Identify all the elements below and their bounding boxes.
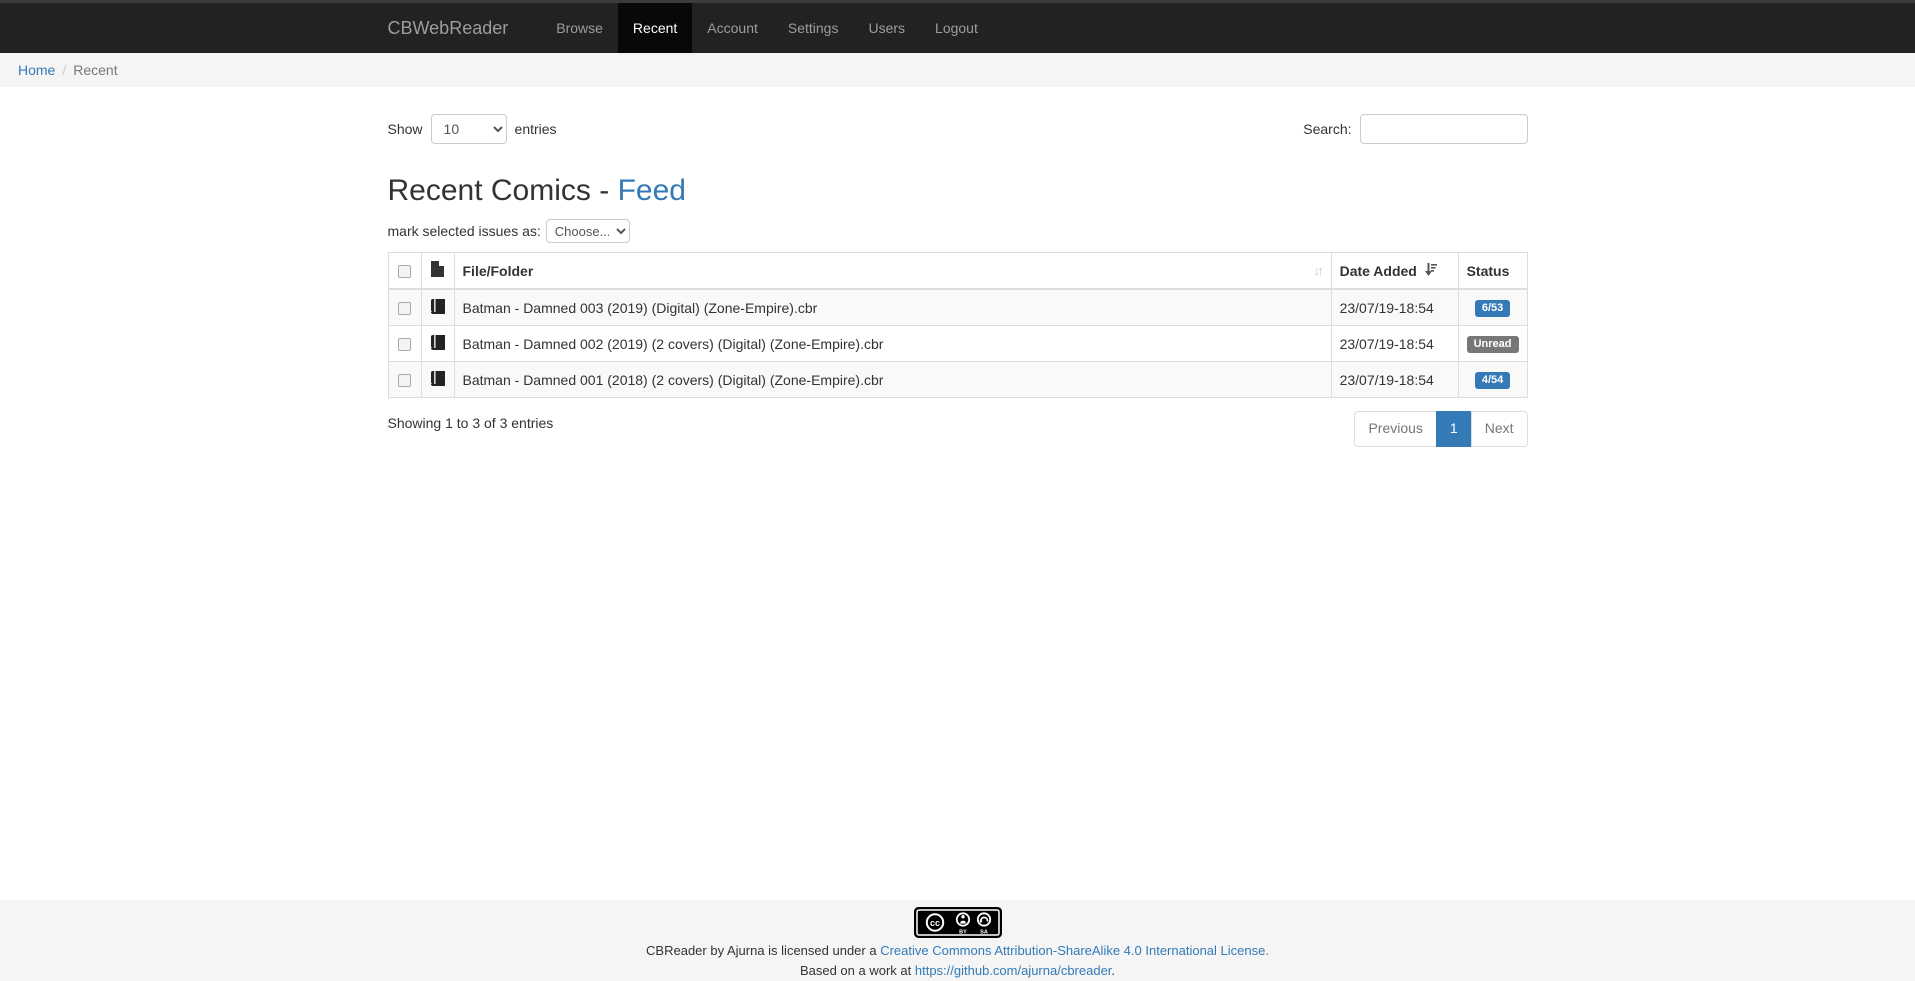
row-checkbox[interactable] — [398, 374, 411, 387]
search-input[interactable] — [1360, 114, 1528, 144]
navbar: CBWebReader Browse Recent Account Settin… — [0, 0, 1915, 53]
nav-item-account[interactable]: Account — [692, 3, 773, 53]
mark-selected-label: mark selected issues as: — [388, 223, 541, 239]
file-name-cell[interactable]: Batman - Damned 003 (2019) (Digital) (Zo… — [454, 289, 1331, 326]
status-badge: 4/54 — [1475, 372, 1510, 389]
mark-as-select[interactable]: Choose... — [546, 219, 630, 243]
license-line: CBReader by Ajurna is licensed under a C… — [0, 941, 1915, 961]
nav-item-browse[interactable]: Browse — [541, 3, 618, 53]
footer: cc BY SA CBReader by Ajurna is licensed … — [0, 900, 1915, 981]
file-icon — [431, 261, 444, 280]
book-icon — [431, 371, 445, 389]
date-added-cell: 23/07/19-18:54 — [1331, 326, 1458, 362]
select-all-checkbox[interactable] — [398, 265, 411, 278]
nav-item-logout[interactable]: Logout — [920, 3, 993, 53]
source-line: Based on a work at https://github.com/aj… — [0, 961, 1915, 981]
svg-text:cc: cc — [929, 918, 939, 928]
file-folder-header-label: File/Folder — [463, 263, 1314, 279]
date-added-cell: 23/07/19-18:54 — [1331, 362, 1458, 398]
table-info: Showing 1 to 3 of 3 entries — [388, 415, 554, 431]
sort-descending-icon — [1424, 263, 1437, 279]
status-badge: Unread — [1467, 336, 1519, 353]
sort-unsorted-icon: ↓↑ — [1314, 263, 1323, 278]
pagination-page-1[interactable]: 1 — [1436, 411, 1472, 447]
main-nav: Browse Recent Account Settings Users Log… — [541, 3, 993, 53]
status-badge: 6/53 — [1475, 300, 1510, 317]
page-title: Recent Comics - Feed — [388, 174, 1528, 208]
breadcrumb-current: Recent — [73, 62, 117, 78]
feed-link[interactable]: Feed — [618, 174, 686, 207]
book-icon — [431, 299, 445, 317]
date-added-header-label: Date Added — [1340, 263, 1417, 279]
table-row: Batman - Damned 002 (2019) (2 covers) (D… — [388, 326, 1527, 362]
search-label: Search: — [1303, 121, 1351, 137]
column-header-status[interactable]: Status — [1458, 253, 1527, 290]
pagination: Previous 1 Next — [1354, 411, 1527, 447]
file-name-cell[interactable]: Batman - Damned 002 (2019) (2 covers) (D… — [454, 326, 1331, 362]
nav-item-recent[interactable]: Recent — [618, 3, 692, 53]
cc-sa-label: SA — [980, 930, 988, 936]
pagination-next[interactable]: Next — [1471, 411, 1528, 447]
cc-by-label: BY — [959, 930, 967, 936]
breadcrumb-separator: / — [55, 62, 73, 78]
table-header-row: File/Folder ↓↑ Date Added Status — [388, 253, 1527, 290]
recent-comics-table: File/Folder ↓↑ Date Added Status — [388, 252, 1528, 398]
table-controls: Show 10 entries Search: — [388, 114, 1528, 144]
github-link[interactable]: https://github.com/ajurna/cbreader — [915, 963, 1112, 978]
column-header-file-folder[interactable]: File/Folder ↓↑ — [454, 253, 1331, 290]
nav-item-settings[interactable]: Settings — [773, 3, 854, 53]
entries-label: entries — [515, 121, 557, 137]
row-checkbox[interactable] — [398, 338, 411, 351]
pagination-previous[interactable]: Previous — [1354, 411, 1436, 447]
table-row: Batman - Damned 001 (2018) (2 covers) (D… — [388, 362, 1527, 398]
cc-license-link[interactable]: Creative Commons Attribution-ShareAlike … — [880, 943, 1269, 958]
brand-cbwebreader[interactable]: CBWebReader — [388, 3, 524, 53]
creative-commons-license-icon[interactable]: cc BY SA — [914, 907, 1002, 941]
show-label: Show — [388, 121, 423, 137]
book-icon — [431, 335, 445, 353]
file-name-cell[interactable]: Batman - Damned 001 (2018) (2 covers) (D… — [454, 362, 1331, 398]
breadcrumb-home-link[interactable]: Home — [18, 62, 55, 78]
breadcrumb: Home/Recent — [0, 53, 1915, 87]
table-row: Batman - Damned 003 (2019) (Digital) (Zo… — [388, 289, 1527, 326]
page-length-select[interactable]: 10 — [431, 114, 507, 144]
date-added-cell: 23/07/19-18:54 — [1331, 289, 1458, 326]
page-title-text: Recent Comics - — [388, 174, 618, 207]
column-header-date-added[interactable]: Date Added — [1331, 253, 1458, 290]
mark-selected-row: mark selected issues as: Choose... — [388, 219, 1528, 243]
nav-item-users[interactable]: Users — [853, 3, 920, 53]
row-checkbox[interactable] — [398, 302, 411, 315]
